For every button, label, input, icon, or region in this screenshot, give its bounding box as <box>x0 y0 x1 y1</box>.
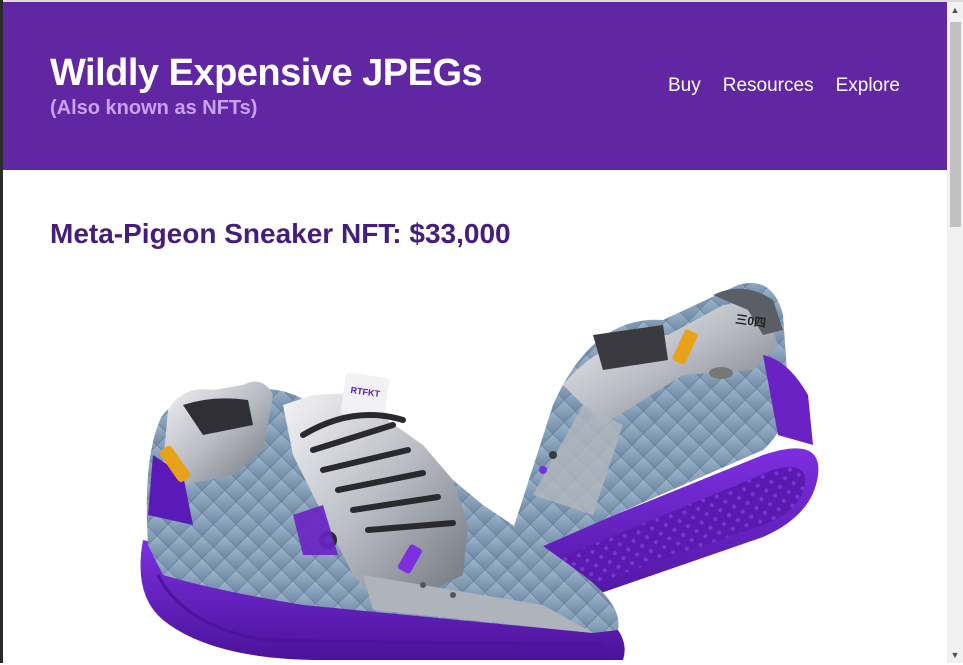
nav-link-resources[interactable]: Resources <box>723 75 814 97</box>
site-subtitle: (Also known as NFTs) <box>50 97 258 119</box>
site-header: Wildly Expensive JPEGs (Also known as NF… <box>3 2 947 170</box>
chevron-down-icon[interactable]: ▼ <box>947 647 963 663</box>
main-nav: Buy Resources Explore <box>668 75 900 97</box>
product-title: Meta-Pigeon Sneaker NFT: $33,000 <box>50 218 511 249</box>
nav-link-explore[interactable]: Explore <box>836 75 900 97</box>
nav-link-buy[interactable]: Buy <box>668 75 701 97</box>
chevron-up-icon[interactable]: ▲ <box>947 2 963 18</box>
main-content: Meta-Pigeon Sneaker NFT: $33,000 三0四 RTF… <box>3 170 947 663</box>
vertical-scrollbar[interactable]: ▲ ▼ <box>947 2 963 663</box>
site-title: Wildly Expensive JPEGs <box>50 52 483 94</box>
scrollbar-thumb[interactable] <box>950 22 961 227</box>
sneaker-image: 三0四 RTFKT <box>140 283 819 660</box>
